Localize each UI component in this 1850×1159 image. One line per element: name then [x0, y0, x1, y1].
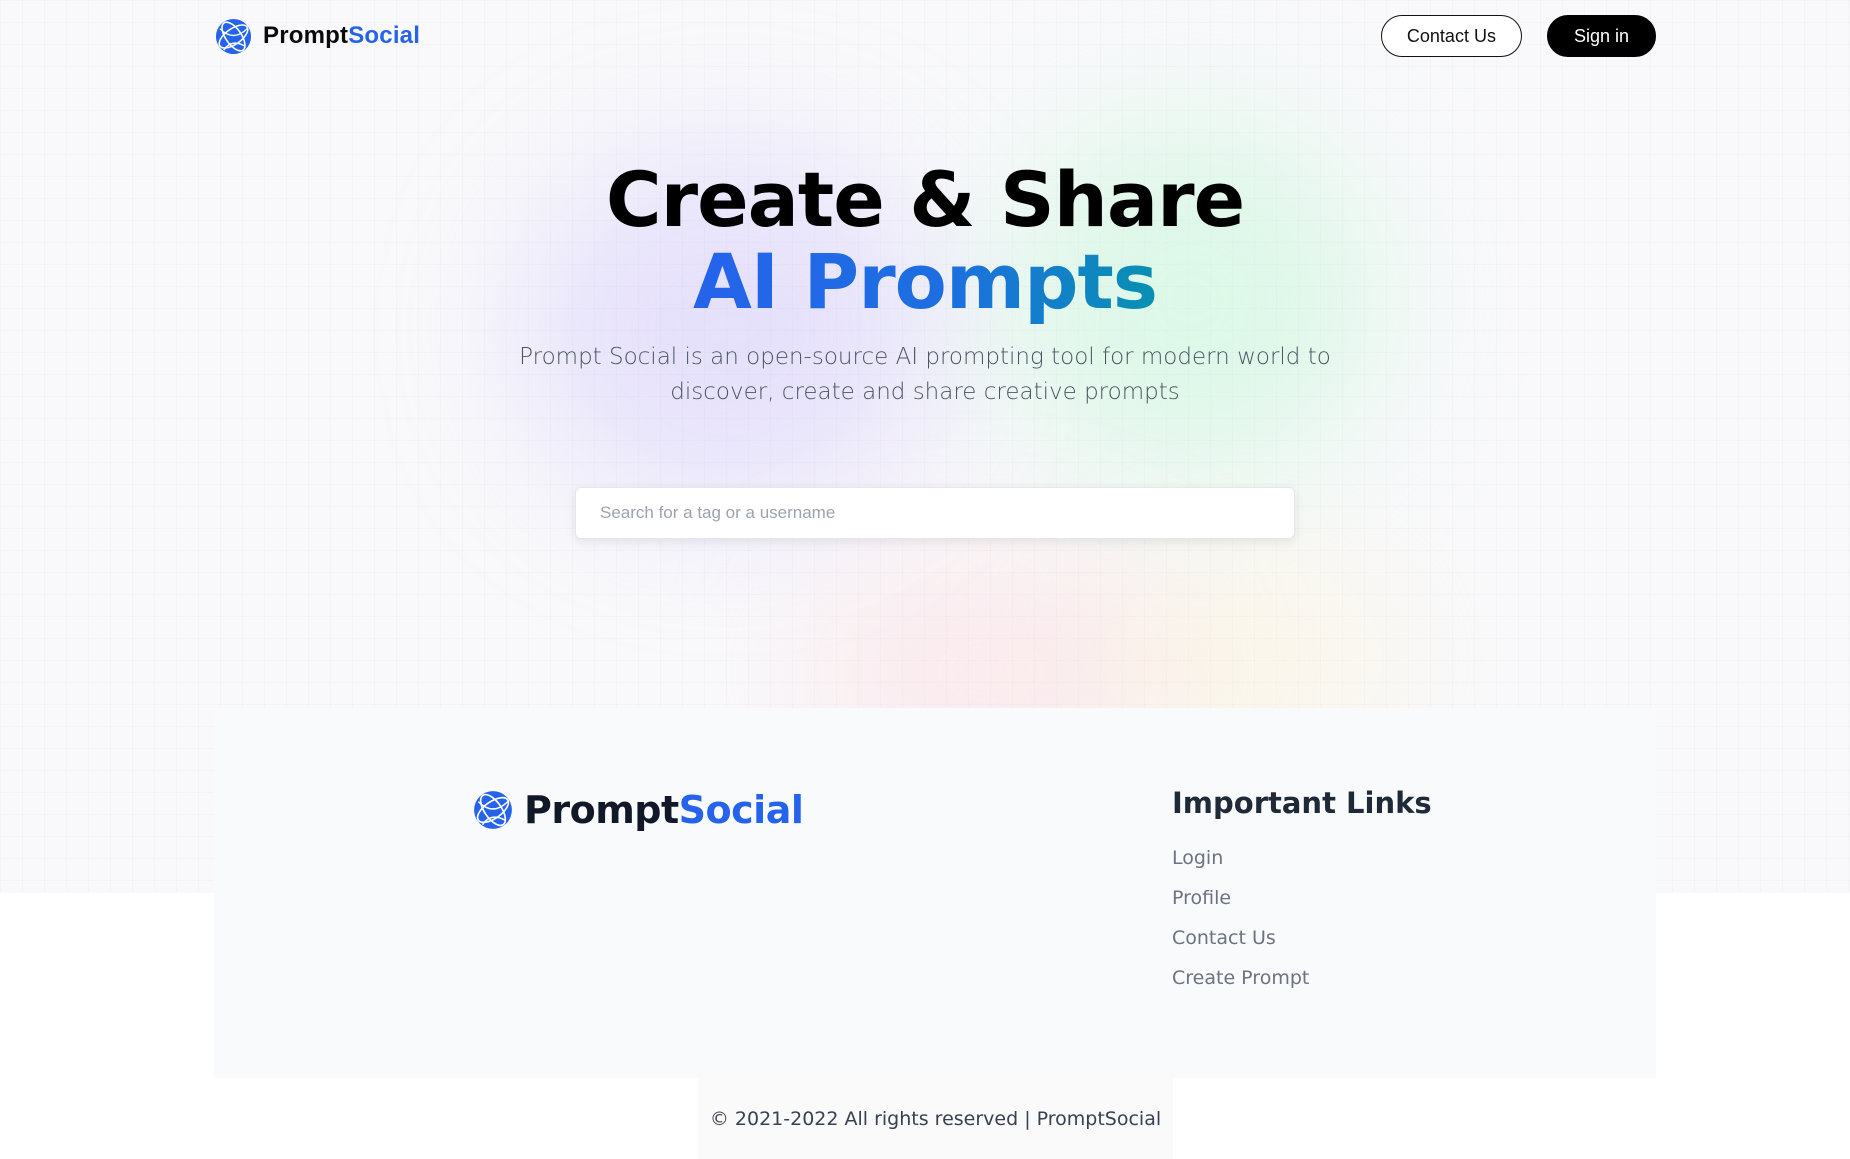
copyright-text: © 2021-2022 All rights reserved | Prompt… — [698, 1078, 1173, 1159]
globe-icon — [215, 18, 252, 54]
brand-name: PromptSocial — [263, 22, 420, 50]
footer: PromptSocial Important Links Login Profi… — [214, 708, 1656, 1078]
footer-brand-logo[interactable]: PromptSocial — [472, 788, 804, 832]
hero-title-line2: AI Prompts — [692, 237, 1158, 326]
brand-logo[interactable]: PromptSocial — [214, 17, 420, 56]
hero-subtitle: Prompt Social is an open-source AI promp… — [519, 344, 1331, 405]
brand-name-prefix: Prompt — [263, 22, 349, 49]
hero-title-line1: Create & Share — [605, 155, 1245, 244]
footer-brand-name-suffix: Social — [678, 788, 804, 832]
footer-link-contact-us[interactable]: Contact Us — [1172, 918, 1432, 958]
footer-link-create-prompt[interactable]: Create Prompt — [1172, 958, 1432, 998]
top-nav: PromptSocial Contact Us Sign in — [214, 15, 1656, 57]
search-bar — [575, 487, 1295, 539]
brand-name-suffix: Social — [348, 22, 421, 49]
footer-link-profile[interactable]: Profile — [1172, 878, 1432, 918]
hero-section: Create & Share AI Prompts Prompt Social … — [0, 160, 1850, 410]
important-links-heading: Important Links — [1172, 786, 1432, 820]
nav-actions: Contact Us Sign in — [1380, 15, 1656, 57]
hero-title: Create & Share AI Prompts — [0, 160, 1850, 324]
footer-brand-name-prefix: Prompt — [524, 788, 679, 832]
globe-icon — [474, 791, 512, 829]
important-links: Important Links Login Profile Contact Us… — [1172, 786, 1432, 998]
search-input[interactable] — [575, 487, 1295, 539]
footer-link-login[interactable]: Login — [1172, 838, 1432, 878]
contact-us-button[interactable]: Contact Us — [1380, 15, 1522, 57]
footer-brand-name: PromptSocial — [524, 788, 804, 832]
sign-in-button[interactable]: Sign in — [1546, 15, 1656, 57]
